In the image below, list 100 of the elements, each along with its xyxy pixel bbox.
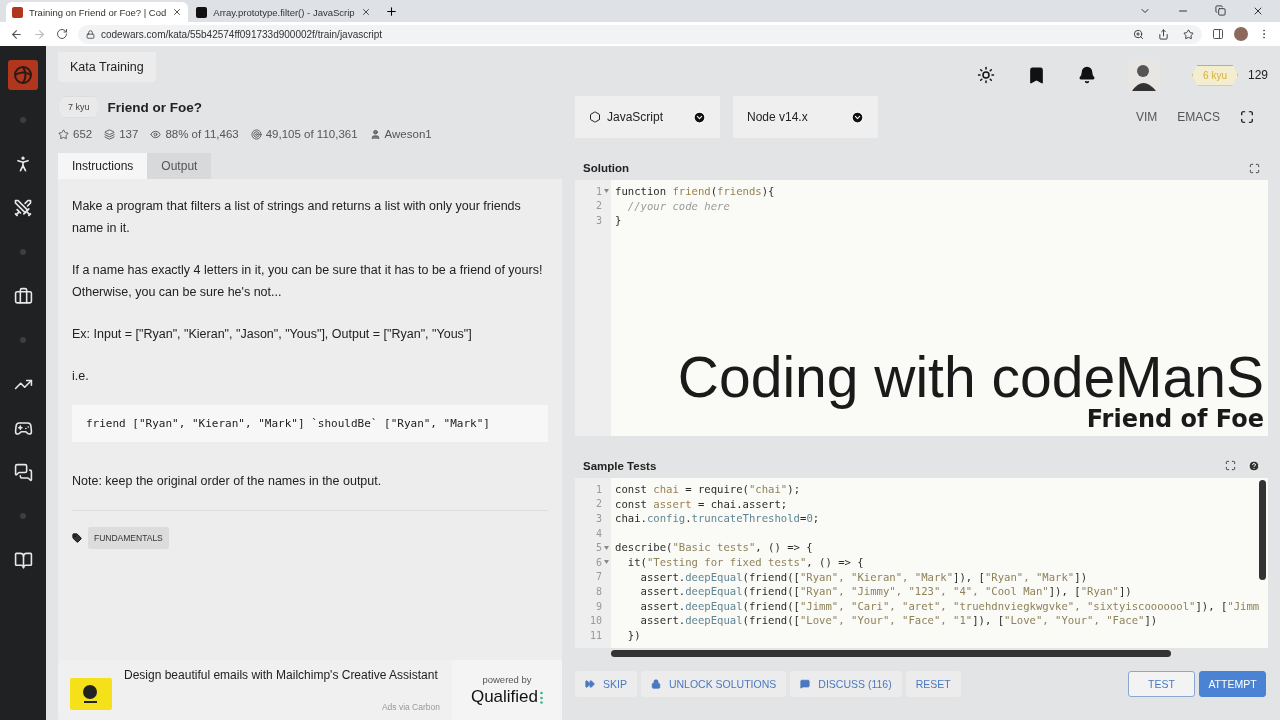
- line-number: 2: [594, 199, 603, 214]
- tag-icon: [72, 533, 82, 543]
- line-number: 9: [594, 599, 603, 614]
- chat-icon[interactable]: [13, 462, 33, 482]
- close-icon[interactable]: [360, 7, 371, 17]
- paragraph: Ex: Input = ["Ryan", "Kieran", "Jason", "Yous"], Output = ["Ryan", "Yous"]: [72, 326, 473, 343]
- scrollbar[interactable]: [611, 650, 1171, 657]
- paragraph: If a name has exactly 4 letters in it, you can be sure that it has to be a friend of yours! Otherwise, you can be sure he's not...: [72, 262, 544, 301]
- back-icon[interactable]: [10, 27, 23, 41]
- line-number: 1: [575, 184, 611, 199]
- dot-icon: [20, 337, 26, 343]
- close-icon[interactable]: [1252, 5, 1264, 17]
- code-line: assert.deepEqual(friend(["Jimm", "Cari", "aret", "truehdnviegkwgvke", "sixtyiscooooool"]), ["Jimm: [639, 598, 1261, 614]
- code-line: describe("Basic tests", () => {: [615, 540, 814, 555]
- browser-tab[interactable]: Array.prototype.filter() - JavaScrip: [190, 2, 377, 22]
- expand-icon[interactable]: [1249, 162, 1260, 174]
- fold-icon[interactable]: [604, 560, 609, 565]
- line-number: 4: [594, 526, 603, 541]
- section-title: Sample Tests: [583, 460, 657, 472]
- action-button[interactable]: SKIP: [575, 671, 637, 697]
- kata-title: Friend or Foe?: [107, 99, 202, 115]
- code-line: function friend(friends){: [615, 184, 776, 199]
- paragraph: Note: keep the original order of the names in the output.: [72, 473, 383, 490]
- dot-icon: [20, 513, 26, 519]
- book-icon[interactable]: [13, 550, 33, 570]
- url-text: codewars.com/kata/55b42574ff091733d900002f/train/javascript: [101, 28, 383, 40]
- code-block: friend ["Ryan", "Kieran", "Mark"] `shouldBe` ["Ryan", "Mark"]: [72, 405, 548, 442]
- line-number: 7: [594, 570, 603, 585]
- address-bar[interactable]: codewars.com/kata/55b42574ff091733d900002f/train/javascript: [78, 24, 1202, 44]
- ad-text[interactable]: Design beautiful emails with Mailchimp's Creative Assistant: [124, 668, 440, 682]
- new-tab-icon[interactable]: [384, 4, 398, 18]
- attempt-button[interactable]: ATTEMPT: [1199, 671, 1266, 697]
- tag-chip[interactable]: FUNDAMENTALS: [88, 527, 169, 549]
- action-button[interactable]: DISCUSS (116): [790, 671, 902, 697]
- user-icon: [369, 128, 381, 140]
- line-number: 6: [575, 554, 611, 570]
- stat-value: 652: [73, 128, 93, 140]
- dot-icon: [20, 249, 26, 255]
- fullscreen-icon[interactable]: [1240, 110, 1254, 124]
- sun-icon[interactable]: [977, 66, 996, 84]
- stat-value: Aweson1: [384, 128, 432, 140]
- browser-tab[interactable]: Training on Friend or Foe? | Cod: [6, 2, 189, 22]
- favicon-icon: [196, 6, 208, 18]
- reload-icon[interactable]: [56, 28, 68, 40]
- side-panel-icon[interactable]: [1212, 28, 1224, 40]
- panel-tab[interactable]: Instructions: [58, 153, 148, 179]
- dropdown-icon: [851, 110, 864, 124]
- action-button[interactable]: UNLOCK SOLUTIONS: [640, 671, 787, 697]
- chat-icon: [800, 679, 811, 689]
- bell-icon[interactable]: [1078, 66, 1097, 84]
- target-icon: [250, 128, 262, 140]
- expand-icon[interactable]: [1225, 460, 1236, 471]
- bookmark-star-icon[interactable]: [1183, 28, 1194, 40]
- stat-value: 137: [119, 128, 139, 140]
- help-icon[interactable]: [1248, 460, 1260, 472]
- fast-forward-icon: [585, 679, 595, 689]
- overlay-subtitle: Friend of Foe: [1086, 405, 1264, 432]
- line-number: 3: [594, 512, 603, 526]
- code-editor[interactable]: [575, 478, 1268, 648]
- stat-value: 49,105 of 110,361: [265, 128, 358, 140]
- briefcase-icon[interactable]: [13, 286, 33, 306]
- paragraph: i.e.: [72, 368, 90, 385]
- action-button[interactable]: RESET: [905, 671, 961, 697]
- keymap-toggle[interactable]: VIM: [1135, 110, 1158, 124]
- code-line: }: [615, 213, 623, 228]
- language-select[interactable]: JavaScript: [575, 96, 720, 138]
- code-line: //your code here: [626, 198, 731, 214]
- swords-icon[interactable]: [13, 198, 33, 218]
- line-number: 8: [594, 584, 603, 599]
- lock-icon: [650, 679, 661, 689]
- fold-icon[interactable]: [604, 189, 609, 194]
- keymap-toggle[interactable]: EMACS: [1177, 110, 1220, 124]
- line-number: 11: [588, 628, 603, 643]
- profile-avatar[interactable]: [1234, 27, 1248, 41]
- section-title: Solution: [583, 162, 629, 174]
- logo-icon[interactable]: [8, 60, 38, 90]
- eye-icon: [150, 128, 162, 140]
- breadcrumb[interactable]: Kata Training: [58, 52, 156, 82]
- line-number: 3: [594, 214, 603, 228]
- code-editor[interactable]: 1 2 3 function friend(friends){ //your code here } Coding with codeManS Friend of Foe: [575, 180, 1268, 436]
- star-icon: [58, 128, 69, 140]
- close-icon[interactable]: [172, 7, 183, 17]
- code-line: chai.config.truncateThreshold=0;: [615, 511, 821, 526]
- share-icon[interactable]: [1158, 28, 1169, 40]
- honor-count: 129: [1247, 68, 1268, 82]
- version-select[interactable]: Node v14.x: [733, 96, 878, 138]
- line-number: 5: [575, 540, 611, 555]
- line-number: 10: [588, 614, 603, 628]
- sponsor-name[interactable]: Qualified: [470, 686, 539, 707]
- sponsor-caption: powered by: [482, 673, 532, 685]
- fold-icon[interactable]: [604, 545, 609, 550]
- dots-icon: [540, 689, 544, 704]
- panel-tab[interactable]: Output: [147, 153, 212, 179]
- code-line: assert.deepEqual(friend(["Ryan", "Kieran", "Mark"]), ["Ryan", "Mark"]): [639, 569, 1088, 585]
- dot-icon: [20, 117, 26, 123]
- layers-icon: [104, 128, 116, 140]
- test-button[interactable]: TEST: [1128, 671, 1195, 697]
- restore-icon[interactable]: [1215, 5, 1226, 16]
- scrollbar[interactable]: [1259, 480, 1266, 580]
- zoom-icon[interactable]: [1133, 28, 1144, 40]
